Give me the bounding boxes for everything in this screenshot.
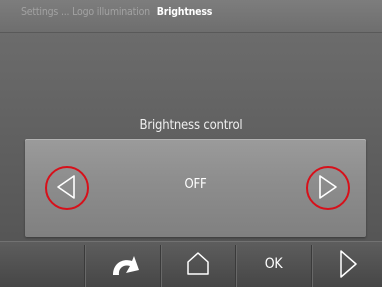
chevron-right-icon <box>319 175 337 199</box>
increase-button[interactable] <box>305 165 351 211</box>
breadcrumb-current: Brightness <box>156 6 213 18</box>
home-button[interactable] <box>161 241 235 287</box>
breadcrumb: Settings ... Logo illumination Brightnes… <box>21 6 212 18</box>
screen: Settings ... Logo illumination Brightnes… <box>0 0 382 287</box>
breadcrumb-path: Settings ... Logo illumination <box>21 6 150 18</box>
ok-button[interactable]: OK <box>236 241 311 287</box>
bottom-nav-bar: OK <box>0 241 382 287</box>
control-title: Brightness control <box>139 118 243 133</box>
back-button[interactable] <box>85 241 160 287</box>
home-icon <box>187 252 209 275</box>
brightness-control-panel: OFF <box>25 139 366 237</box>
ok-label: OK <box>264 256 283 272</box>
next-button[interactable] <box>312 241 382 287</box>
back-arrow-icon <box>112 256 139 275</box>
breadcrumb-bar: Settings ... Logo illumination Brightnes… <box>0 0 382 32</box>
chevron-right-icon <box>340 250 357 278</box>
